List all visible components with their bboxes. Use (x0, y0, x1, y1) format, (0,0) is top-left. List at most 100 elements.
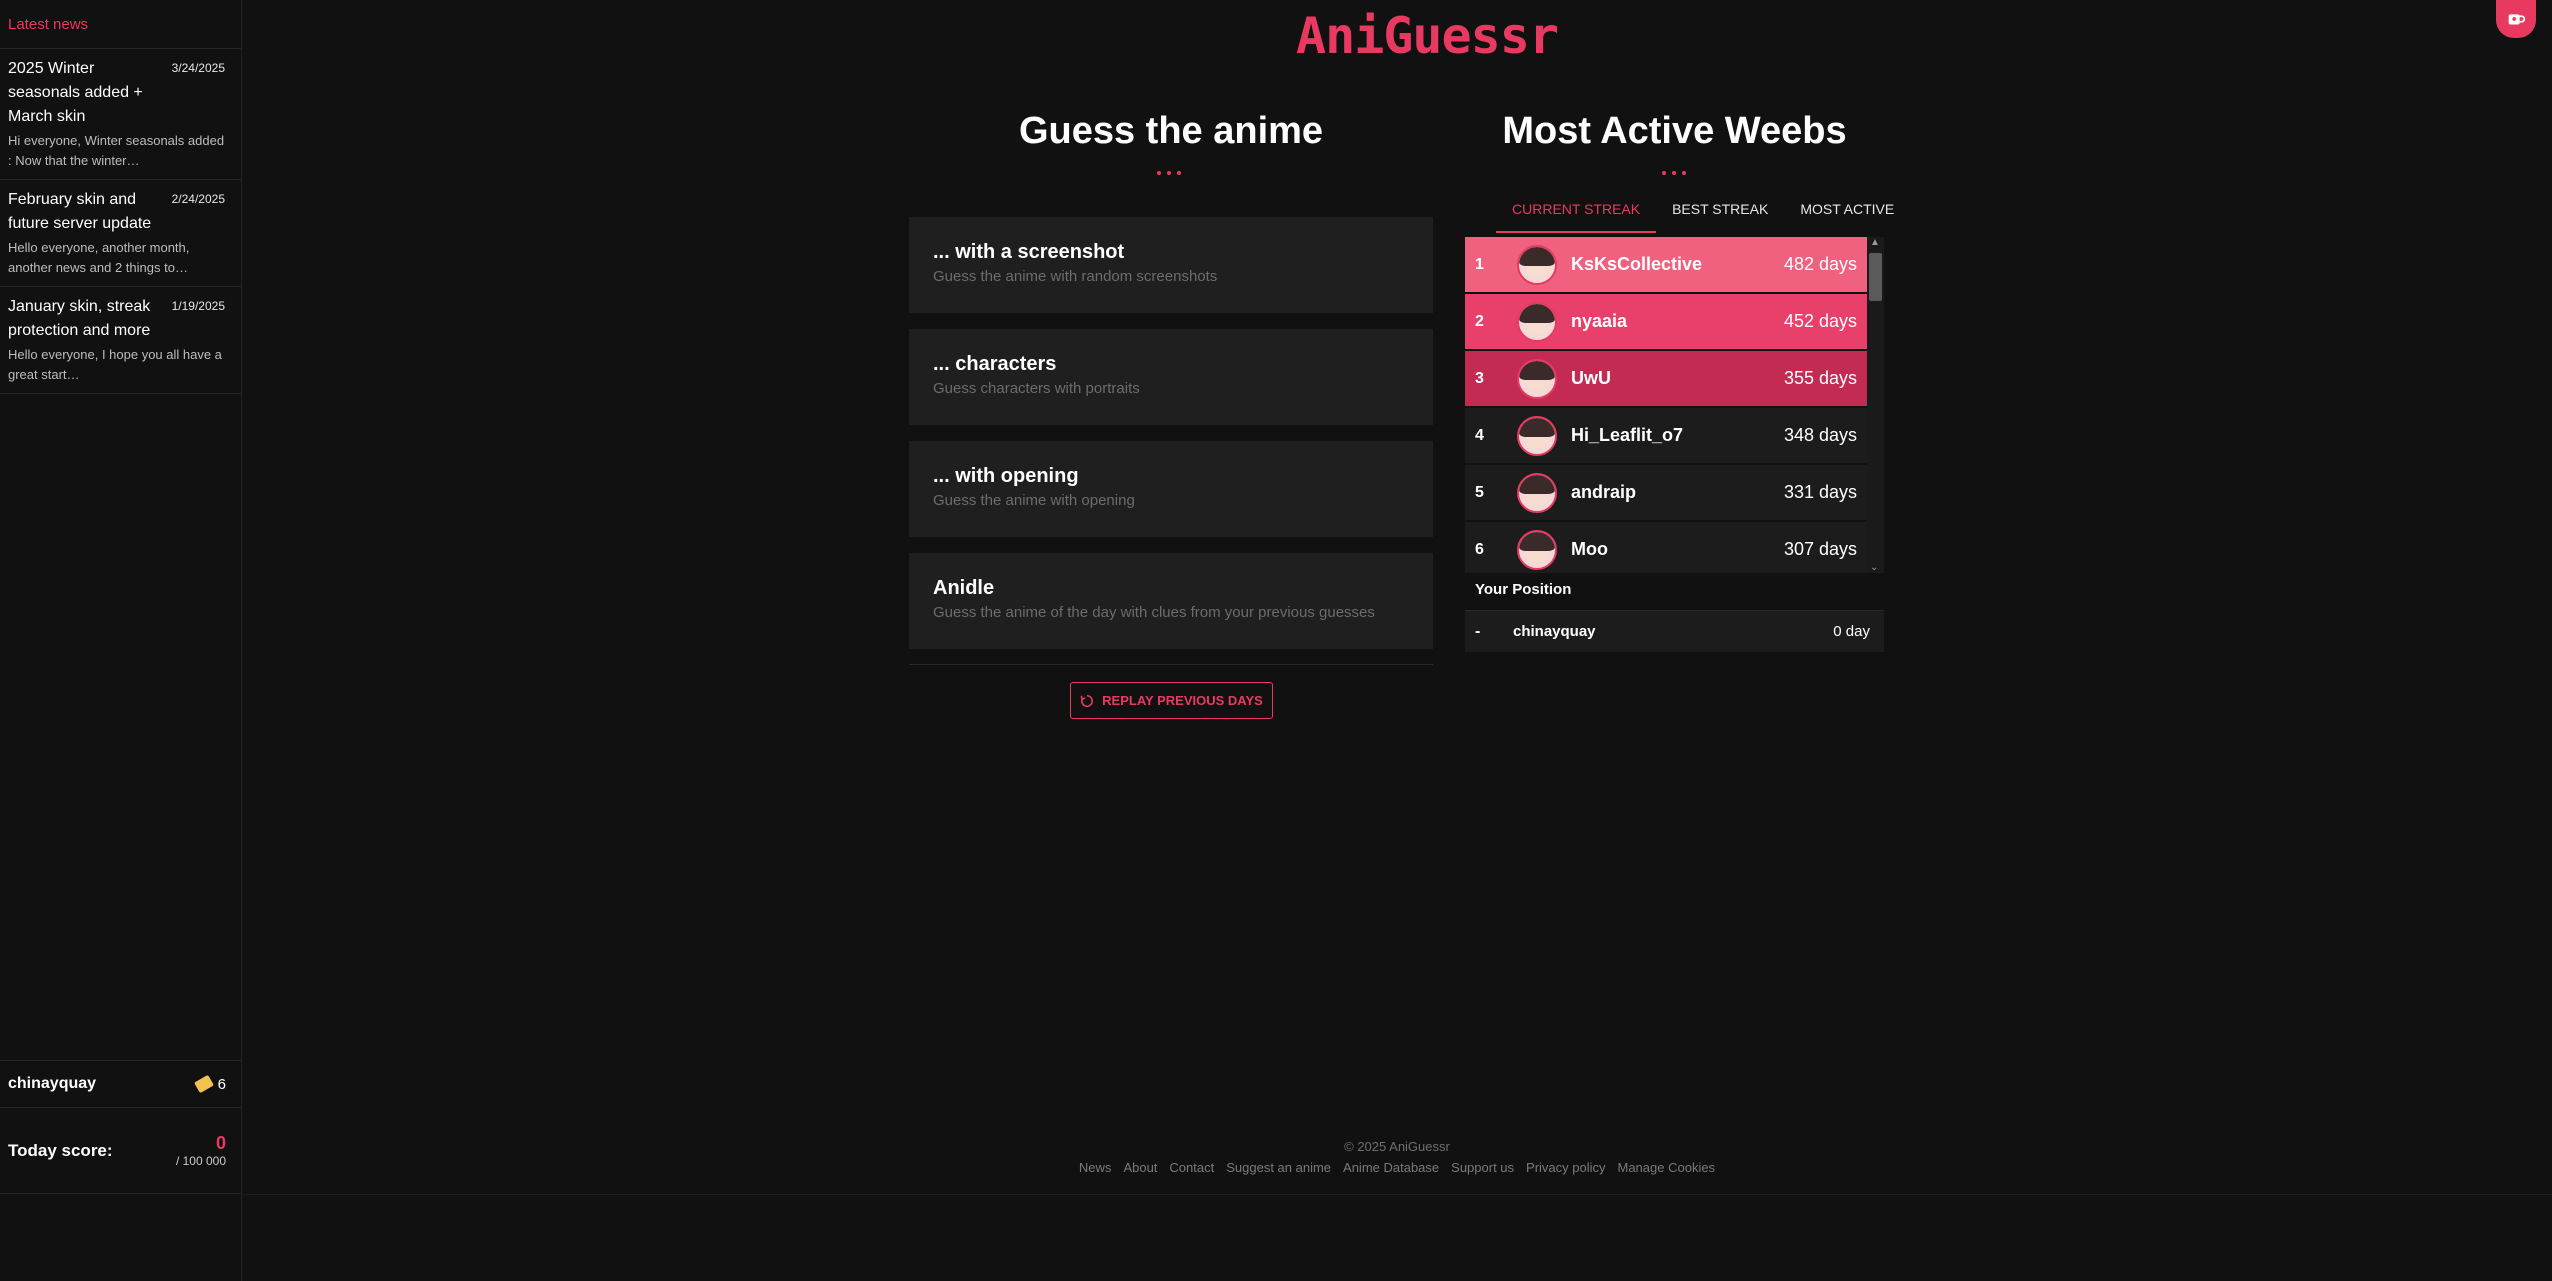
row-rank: 6 (1475, 540, 1484, 558)
news-excerpt: Hi everyone, Winter seasonals added : No… (8, 133, 225, 168)
ticket-count: 6 (193, 1074, 226, 1094)
footer-link[interactable]: Contact (1169, 1160, 1214, 1175)
row-rank: 1 (1475, 255, 1484, 273)
footer-link[interactable]: Support us (1451, 1160, 1514, 1175)
your-days: 0 day (1833, 623, 1870, 640)
footer-link[interactable]: Suggest an anime (1226, 1160, 1331, 1175)
tab-best-streak[interactable]: BEST STREAK (1656, 196, 1784, 233)
row-days: 355 days (1783, 368, 1857, 388)
mode-characters-card[interactable]: ... characters Guess characters with por… (909, 329, 1433, 425)
score-current: 0 (215, 1133, 226, 1153)
footer-link[interactable]: News (1079, 1160, 1112, 1175)
profile-button[interactable] (2496, 0, 2536, 38)
leaderboard-scrollbar[interactable]: ▲ ⌄ (1867, 237, 1884, 573)
leaderboard-list[interactable]: 1 KsKsCollective 482 days 2 nyaaia 452 days 3 U… (1465, 237, 1867, 573)
today-score: Today score: 0 / 100 000 (0, 1108, 242, 1194)
footer-links: News About Contact Suggest an anime Anime Da… (1000, 1160, 1794, 1175)
footer-link[interactable]: About (1123, 1160, 1157, 1175)
news-item[interactable]: February skin and future server update 2… (0, 180, 241, 287)
replay-label: REPLAY PREVIOUS DAYS (1102, 693, 1263, 708)
row-name: KsKsCollective (1571, 254, 1703, 274)
tab-most-active[interactable]: MOST ACTIVE (1784, 196, 1910, 233)
modes-divider (909, 664, 1433, 665)
mode-title: ... with a screenshot (933, 241, 1125, 263)
row-rank: 4 (1475, 426, 1484, 444)
avatar (1517, 244, 1557, 285)
latest-news-heading: Latest news (0, 0, 241, 49)
leaderboard-row[interactable]: 5 andraip 331 days (1465, 465, 1867, 521)
mode-title: Anidle (933, 577, 995, 599)
row-name: Moo (1571, 539, 1608, 559)
mode-desc: Guess the anime with opening (933, 492, 1135, 509)
sidebar-user[interactable]: chinayquay 6 (0, 1060, 242, 1108)
row-name: nyaaia (1571, 311, 1628, 331)
guess-dots (1157, 171, 1181, 175)
footer-divider (242, 1194, 2552, 1195)
news-item[interactable]: January skin, streak protection and more… (0, 287, 241, 394)
copyright: © 2025 AniGuessr (1344, 1139, 1450, 1154)
leaderboard-row[interactable]: 1 KsKsCollective 482 days (1465, 237, 1867, 293)
leaderboard-dots (1662, 171, 1686, 175)
row-days: 307 days (1783, 539, 1857, 559)
score-label: Today score: (8, 1140, 113, 1160)
row-name: Hi_Leaflit_o7 (1571, 425, 1684, 445)
row-days: 482 days (1783, 254, 1857, 274)
scroll-down-icon[interactable]: ⌄ (1870, 562, 1878, 573)
mode-desc: Guess the anime with random screenshots (933, 268, 1218, 285)
row-name: UwU (1571, 368, 1611, 388)
mug-icon (2508, 14, 2526, 25)
leaderboard-row[interactable]: 4 Hi_Leaflit_o7 348 days (1465, 408, 1867, 464)
avatar (1517, 415, 1557, 456)
row-days: 452 days (1783, 311, 1857, 331)
avatar (1517, 472, 1557, 513)
avatar (1517, 301, 1557, 342)
row-days: 348 days (1783, 425, 1857, 445)
footer-link[interactable]: Anime Database (1343, 1160, 1439, 1175)
footer-link[interactable]: Manage Cookies (1618, 1160, 1716, 1175)
mode-desc: Guess characters with portraits (933, 380, 1140, 397)
mode-screenshot-card[interactable]: ... with a screenshot Guess the anime wi… (909, 217, 1433, 313)
your-position-label: Your Position (1475, 581, 1572, 598)
leaderboard-title: Most Active Weebs (1502, 110, 1847, 152)
row-rank: 2 (1475, 312, 1484, 330)
tab-current-streak[interactable]: CURRENT STREAK (1496, 196, 1657, 233)
mode-desc: Guess the anime of the day with clues fr… (933, 604, 1375, 621)
news-title: January skin, streak protection and more (8, 298, 151, 339)
your-name: chinayquay (1513, 623, 1596, 640)
logo[interactable]: AniGuessr (1296, 10, 1559, 62)
news-date: 2/24/2025 (171, 192, 225, 206)
row-name: andraip (1571, 482, 1637, 502)
scroll-thumb[interactable] (1869, 253, 1882, 301)
news-excerpt: Hello everyone, another month, another n… (8, 240, 190, 275)
news-excerpt: Hello everyone, I hope you all have a gr… (8, 347, 222, 382)
mode-opening-card[interactable]: ... with opening Guess the anime with op… (909, 441, 1433, 537)
news-date: 3/24/2025 (171, 61, 225, 75)
news-date: 1/19/2025 (171, 299, 225, 313)
mode-anidle-card[interactable]: Anidle Guess the anime of the day with c… (909, 553, 1433, 649)
footer-link[interactable]: Privacy policy (1526, 1160, 1605, 1175)
sidebar: Latest news 2025 Winter seasonals added … (0, 0, 242, 1281)
your-position-row: - chinayquay 0 day (1465, 610, 1884, 652)
row-days: 331 days (1783, 482, 1857, 502)
leaderboard-row[interactable]: 2 nyaaia 452 days (1465, 294, 1867, 350)
leaderboard-row[interactable]: 3 UwU 355 days (1465, 351, 1867, 407)
mode-title: ... with opening (933, 465, 1079, 487)
scroll-up-icon[interactable]: ▲ (1870, 237, 1880, 248)
ticket-icon (193, 1074, 214, 1094)
score-max: / 100 000 (175, 1154, 226, 1168)
news-item[interactable]: 2025 Winter seasonals added + March skin… (0, 49, 241, 180)
news-title: February skin and future server update (8, 191, 152, 232)
leaderboard-tabs: CURRENT STREAK BEST STREAK MOST ACTIVE (1496, 196, 1910, 233)
username: chinayquay (8, 1075, 97, 1092)
avatar (1517, 529, 1557, 570)
mode-title: ... characters (933, 353, 1057, 375)
ticket-value: 6 (217, 1075, 226, 1093)
news-title: 2025 Winter seasonals added + March skin (8, 60, 143, 125)
guess-title: Guess the anime (1018, 110, 1324, 152)
row-rank: 5 (1475, 483, 1484, 501)
replay-previous-days-button[interactable]: REPLAY PREVIOUS DAYS (1070, 682, 1273, 719)
leaderboard-row[interactable]: 6 Moo 307 days (1465, 522, 1867, 573)
replay-icon (1080, 694, 1094, 707)
row-rank: 3 (1475, 369, 1484, 387)
your-rank: - (1475, 622, 1481, 640)
